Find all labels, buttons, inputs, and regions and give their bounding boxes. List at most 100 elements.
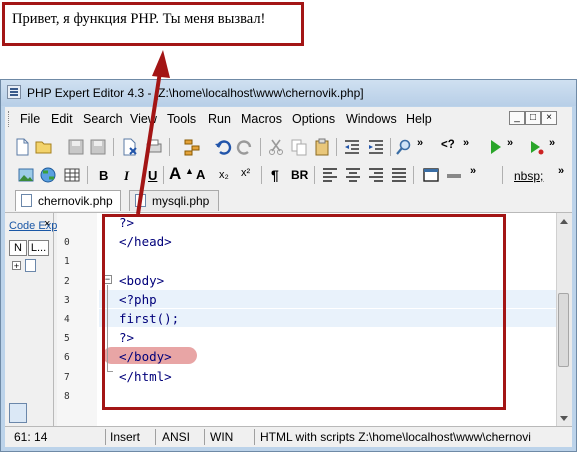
menu-file[interactable]: File	[20, 112, 40, 126]
frame-icon[interactable]	[422, 166, 440, 184]
line-number: 0	[64, 237, 70, 249]
new-file-icon[interactable]	[13, 138, 31, 156]
window-title: PHP Expert Editor 4.3 - [Z:\home\localho…	[27, 86, 364, 100]
line-number: 7	[64, 371, 70, 383]
mdi-minimize-button[interactable]: _	[509, 111, 525, 125]
fold-line	[107, 371, 113, 372]
justify-icon[interactable]	[390, 166, 408, 184]
structure-view-icon[interactable]	[9, 403, 27, 423]
tab-label: mysqli.php	[152, 194, 210, 208]
more-icon[interactable]: »	[463, 137, 469, 149]
edit-mode: Insert	[110, 430, 141, 444]
code-explorer-panel: Code Exp × N L... +	[5, 213, 57, 427]
menu-tools[interactable]: Tools	[167, 112, 196, 126]
line-number: 1	[64, 256, 70, 268]
close-icon[interactable]: ×	[44, 218, 50, 230]
scroll-up-icon[interactable]	[560, 219, 568, 224]
sort-name-button[interactable]: N	[9, 240, 27, 256]
menu-options[interactable]: Options	[292, 112, 335, 126]
more-icon[interactable]: »	[558, 165, 564, 177]
php-file-icon	[135, 194, 146, 207]
code-line[interactable]: <?php	[119, 292, 157, 307]
line-number: 6	[64, 352, 70, 364]
menu-macros[interactable]: Macros	[241, 112, 282, 126]
line-number: 4	[64, 314, 70, 325]
line-number: 5	[64, 333, 70, 345]
code-line[interactable]: <body>	[119, 273, 164, 288]
line-number: 8	[64, 390, 70, 402]
more-icon[interactable]: »	[417, 137, 423, 149]
undo-icon[interactable]	[214, 138, 232, 156]
tab-chernovik[interactable]: chernovik.php	[15, 190, 121, 211]
align-center-icon[interactable]	[344, 166, 362, 184]
bold-button[interactable]: B	[99, 168, 108, 183]
paste-icon[interactable]	[313, 138, 331, 156]
code-line[interactable]: </head>	[119, 234, 172, 249]
globe-link-icon[interactable]	[39, 166, 57, 184]
vertical-scrollbar[interactable]	[556, 213, 572, 427]
scrollbar-thumb[interactable]	[558, 293, 569, 367]
code-line[interactable]: first();	[119, 311, 179, 326]
line-ending: WIN	[210, 430, 234, 444]
mdi-restore-button[interactable]: □	[525, 111, 541, 125]
close-file-icon[interactable]	[121, 138, 139, 156]
outdent-icon[interactable]	[343, 138, 361, 156]
more-icon[interactable]: »	[470, 165, 476, 177]
subscript-button[interactable]: x₂	[219, 169, 229, 181]
align-left-icon[interactable]	[321, 166, 339, 184]
font-size-down-button[interactable]: A	[196, 167, 205, 182]
copy-icon[interactable]	[290, 138, 308, 156]
menu-run[interactable]: Run	[208, 112, 231, 126]
italic-button[interactable]: I	[124, 168, 129, 184]
toolbar-grip[interactable]	[8, 111, 12, 127]
app-icon	[7, 85, 21, 99]
code-line[interactable]: </body>	[119, 349, 172, 364]
code-line[interactable]: </html>	[119, 369, 172, 384]
cut-icon[interactable]	[267, 138, 285, 156]
sort-line-button[interactable]: L...	[28, 240, 49, 256]
line-break-button[interactable]: BR	[291, 168, 308, 182]
redo-icon[interactable]	[236, 138, 254, 156]
run-icon[interactable]	[486, 138, 504, 156]
menu-windows[interactable]: Windows	[346, 112, 397, 126]
expand-icon[interactable]: +	[12, 261, 21, 271]
tag-icon[interactable]: <?	[441, 139, 455, 151]
underline-button[interactable]: U	[148, 168, 157, 183]
superscript-button[interactable]: x²	[241, 167, 250, 179]
file-node-icon[interactable]	[25, 259, 36, 272]
menu-bar: File Edit Search View Tools Run Macros O…	[5, 107, 572, 131]
image-icon[interactable]	[17, 166, 35, 184]
print-icon[interactable]	[145, 138, 163, 156]
align-right-icon[interactable]	[367, 166, 385, 184]
code-line[interactable]: ?>	[119, 330, 134, 345]
menu-edit[interactable]: Edit	[51, 112, 73, 126]
standard-toolbar: » <? » » »	[5, 133, 572, 161]
more-icon[interactable]: »	[549, 137, 555, 149]
find-icon[interactable]	[395, 138, 413, 156]
menu-search[interactable]: Search	[83, 112, 123, 126]
tab-mysqli[interactable]: mysqli.php	[129, 190, 219, 211]
paragraph-button[interactable]: ¶	[271, 167, 279, 183]
code-editor[interactable]: − ?> 0 </head> 1 2 <body> 3 <?php 4 first(); 5 ?> 6 <…	[57, 213, 557, 427]
encoding: ANSI	[162, 430, 191, 444]
font-size-up-button[interactable]: A	[169, 164, 181, 184]
file-tabs: chernovik.php mysqli.php	[5, 188, 572, 213]
menu-help[interactable]: Help	[406, 112, 432, 126]
mdi-close-button[interactable]: ×	[541, 111, 557, 125]
open-folder-icon[interactable]	[35, 138, 53, 156]
table-icon[interactable]	[63, 166, 81, 184]
horizontal-rule-icon[interactable]	[445, 166, 463, 184]
scroll-down-icon[interactable]	[560, 416, 568, 421]
debug-icon[interactable]	[527, 138, 545, 156]
more-icon[interactable]: »	[507, 137, 513, 149]
save-all-icon[interactable]	[89, 138, 107, 156]
code-line[interactable]: ?>	[119, 215, 134, 230]
save-icon[interactable]	[67, 138, 85, 156]
title-bar[interactable]: PHP Expert Editor 4.3 - [Z:\home\localho…	[1, 80, 576, 106]
fold-toggle-icon[interactable]: −	[103, 275, 112, 284]
nbsp-button[interactable]: nbsp;	[514, 169, 543, 183]
structure-icon[interactable]	[183, 138, 201, 156]
current-line-highlight	[99, 290, 557, 308]
menu-view[interactable]: View	[130, 112, 157, 126]
indent-icon[interactable]	[367, 138, 385, 156]
